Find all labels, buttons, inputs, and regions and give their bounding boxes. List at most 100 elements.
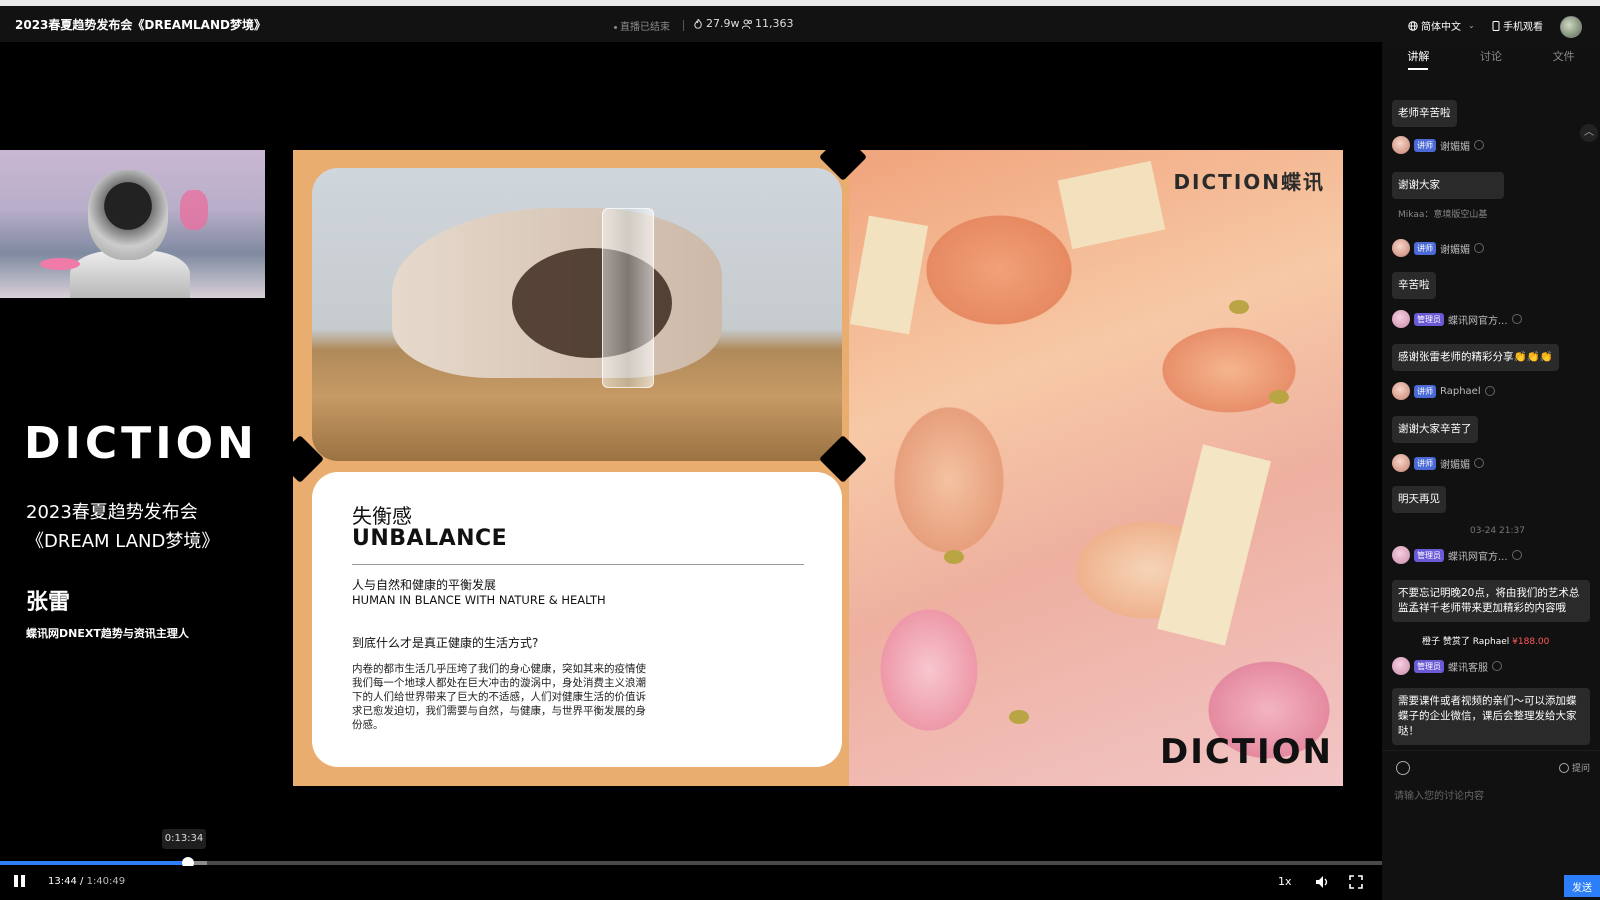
likes-count: 27.9w <box>706 17 740 30</box>
mobile-watch-button[interactable]: 手机观看 <box>1492 18 1543 33</box>
status-dot <box>614 25 617 29</box>
fullscreen-icon[interactable] <box>1348 874 1364 890</box>
flame-icon <box>694 18 702 29</box>
avatar <box>1392 546 1410 564</box>
avatar <box>1392 239 1410 257</box>
chat-sender: 讲师 谢媚媚 <box>1392 136 1484 154</box>
role-badge: 管理员 <box>1414 312 1444 326</box>
send-button[interactable]: 发送 <box>1564 875 1600 897</box>
viewers-count: 11,363 <box>755 17 794 30</box>
slide-title-en: UNBALANCE <box>352 526 508 551</box>
image-detail <box>1229 300 1249 314</box>
ask-label: 提问 <box>1572 764 1591 774</box>
radio-icon <box>1559 762 1569 773</box>
chat-message: 不要忘记明晚20点，将由我们的艺术总监孟祥千老师带来更加精彩的内容哦 <box>1392 580 1590 622</box>
sender-name: 谢媚媚 <box>1440 244 1470 256</box>
emoji-icon[interactable] <box>1396 761 1410 775</box>
image-detail <box>944 550 964 564</box>
more-icon[interactable] <box>1511 550 1522 560</box>
panel-tabs: 讲解 讨论 文件 <box>1382 42 1600 72</box>
chat-sender: 讲师 谢媚媚 <box>1392 239 1484 257</box>
role-badge: 管理员 <box>1414 548 1444 562</box>
more-icon[interactable] <box>1474 243 1484 253</box>
chat-list[interactable]: 老师辛苦啦 讲师 谢媚媚 谢谢大家 Mikaa：意境版空山基 讲师 谢媚媚 辛苦… <box>1382 72 1600 792</box>
sender-name: 蝶讯客服 <box>1448 662 1488 674</box>
speaker-camera-pip <box>0 150 265 298</box>
time-divider: / <box>80 876 84 887</box>
page-title: 2023春夏趋势发布会《DREAMLAND梦境》 <box>15 18 266 32</box>
slide-question: 到底什么才是真正健康的生活方式? <box>352 636 539 650</box>
player-controls: 13:44 / 1:40:49 1x <box>0 866 1382 900</box>
sender-name: Raphael <box>1440 385 1481 397</box>
chat-composer: 提问 发送 <box>1382 750 1600 900</box>
tab-files[interactable]: 文件 <box>1527 42 1600 72</box>
chat-timestamp: 03-24 21:37 <box>1470 526 1525 536</box>
gift-notice: 橙子 赞赏了 Raphael ¥188.00 <box>1422 634 1549 647</box>
sender-name: 蝶讯网官方... <box>1448 551 1508 563</box>
live-status-text: 直播已结束 <box>620 22 670 33</box>
ask-question-toggle[interactable]: 提问 <box>1559 761 1590 774</box>
event-title-line2: 《DREAM LAND梦境》 <box>26 531 220 552</box>
avatar <box>1392 657 1410 675</box>
avatar <box>1392 454 1410 472</box>
pip-decoration <box>180 190 208 230</box>
more-icon[interactable] <box>1474 140 1484 150</box>
chat-message: 辛苦啦 <box>1392 272 1436 299</box>
astronaut-helmet <box>88 170 168 260</box>
role-badge: 管理员 <box>1414 659 1444 673</box>
tab-lecture[interactable]: 讲解 <box>1382 42 1455 72</box>
role-badge: 讲师 <box>1414 384 1436 398</box>
avatar <box>1392 136 1410 154</box>
pause-icon <box>14 875 18 887</box>
live-status: 直播已结束 <box>614 18 670 33</box>
slide-title-zh: 失衡感 <box>352 504 412 528</box>
tab-discussion[interactable]: 讨论 <box>1455 42 1528 72</box>
total-time: 1:40:49 <box>86 876 126 887</box>
divider <box>683 20 684 31</box>
chat-sender: 管理员 蝶讯客服 <box>1392 657 1502 675</box>
slide-logo-top: DICTION蝶讯 <box>1173 170 1325 194</box>
image-detail <box>1057 160 1166 250</box>
more-icon[interactable] <box>1484 386 1495 396</box>
pause-icon <box>21 875 25 887</box>
more-icon[interactable] <box>1474 458 1484 468</box>
chat-input[interactable] <box>1394 787 1590 847</box>
globe-icon <box>1408 20 1418 31</box>
speed-button[interactable]: 1x <box>1278 875 1292 888</box>
presentation-slide: 失衡感 UNBALANCE 人与自然和健康的平衡发展 HUMAN IN BLAN… <box>293 150 1343 786</box>
chevron-up-icon[interactable]: ︿ <box>1580 124 1598 142</box>
progress-tooltip: 0:13:34 <box>162 829 206 849</box>
chat-message: 需要课件或者视频的亲们～可以添加蝶蝶子的企业微信，课后会整理发给大家哒！ <box>1392 688 1590 745</box>
progress-played <box>0 861 188 865</box>
speaker-name: 张雷 <box>26 590 71 615</box>
current-time: 13:44 <box>48 876 77 887</box>
users-icon <box>742 19 752 29</box>
slide-subtitle-zh: 人与自然和健康的平衡发展 <box>352 578 497 592</box>
pause-button[interactable] <box>14 875 28 889</box>
role-badge: 讲师 <box>1414 241 1436 255</box>
mobile-watch-label: 手机观看 <box>1503 22 1543 33</box>
image-detail <box>1269 390 1289 404</box>
role-badge: 讲师 <box>1414 456 1436 470</box>
progress-bar[interactable] <box>0 857 1382 869</box>
slide-logo-bottom: DICTION <box>1159 732 1333 772</box>
gift-amount: ¥188.00 <box>1512 637 1550 647</box>
more-icon[interactable] <box>1511 314 1522 324</box>
language-selector[interactable]: 简体中文 ⌄ <box>1408 18 1475 33</box>
image-detail <box>849 215 929 335</box>
speaker-role: 蝶讯网DNEXT趋势与资讯主理人 <box>26 627 189 640</box>
slide-food-image: DICTION蝶讯 DICTION <box>849 150 1343 786</box>
chat-message: 谢谢大家 <box>1392 172 1504 199</box>
likes-stat: 27.9w <box>693 17 740 30</box>
pip-decoration <box>40 258 80 270</box>
video-stage[interactable]: DICTION 2023春夏趋势发布会 《DREAM LAND梦境》 张雷 蝶讯… <box>0 42 1382 857</box>
brand-logo: DICTION <box>24 418 258 469</box>
slide-photo <box>312 168 842 461</box>
chat-message: 谢谢大家辛苦了 <box>1392 416 1478 443</box>
chat-message: 老师辛苦啦 <box>1392 100 1457 127</box>
user-avatar[interactable] <box>1560 16 1582 38</box>
phone-icon <box>1492 20 1500 31</box>
chat-sender: 讲师 Raphael <box>1392 382 1495 400</box>
more-icon[interactable] <box>1492 661 1502 671</box>
volume-icon[interactable] <box>1314 874 1330 890</box>
